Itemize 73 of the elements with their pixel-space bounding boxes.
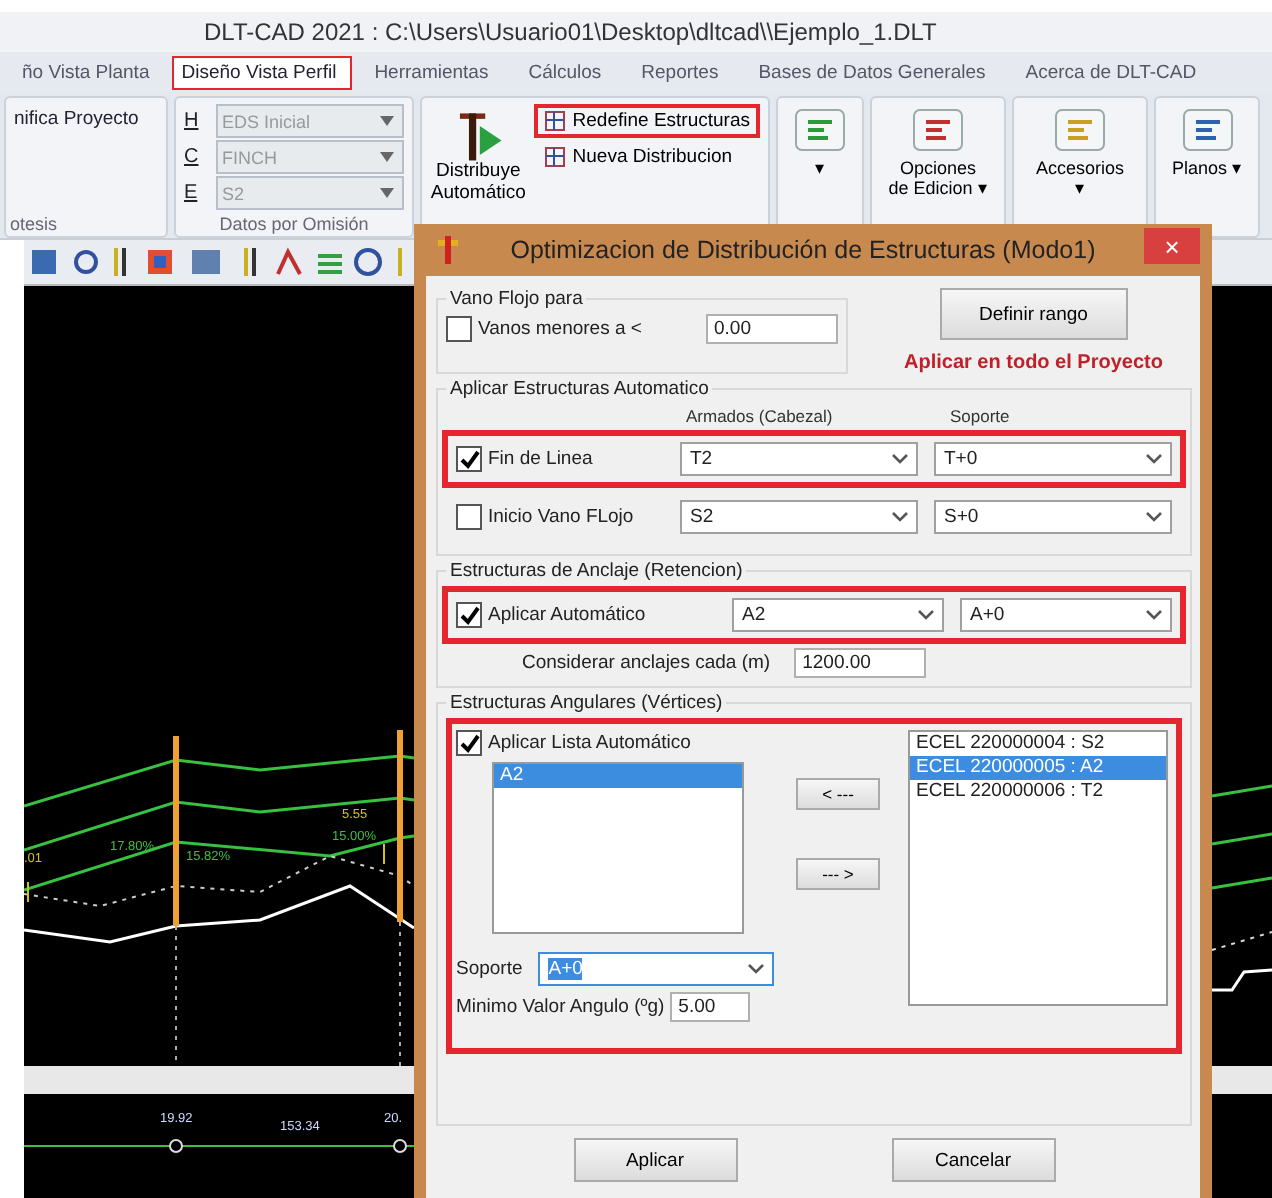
tool-icon	[1181, 108, 1234, 152]
group-label: otesis	[10, 214, 60, 234]
field-label: Considerar anclajes cada (m)	[522, 652, 771, 674]
column-header: Soporte	[948, 405, 1012, 425]
checkbox-label: Inicio Vano FLojo	[488, 506, 634, 528]
tool-icon	[1054, 108, 1106, 152]
checkbox[interactable]	[446, 316, 472, 342]
caret-icon	[380, 188, 394, 198]
tool-icon	[912, 108, 964, 152]
ribbon-button[interactable]: Nueva Distribucion	[534, 140, 760, 174]
project-button[interactable]: nifica Proyecto	[14, 104, 158, 134]
checkbox[interactable]	[456, 446, 482, 472]
list-item[interactable]: ECEL 220000006 : T2	[910, 780, 1166, 804]
caret-icon	[1146, 454, 1162, 464]
ribbon-tab[interactable]: Acerca de DLT-CAD	[1007, 54, 1215, 90]
move-button[interactable]: --- >	[796, 858, 880, 890]
window-title: DLT-CAD 2021 : C:\Users\Usuario01\Desktop\dltcad\\Ejemplo_1.DLT	[204, 18, 937, 46]
ribbon-tab[interactable]: Cálculos	[510, 54, 620, 90]
caret-icon	[892, 512, 908, 522]
group-legend: Aplicar Estructuras Automatico	[446, 378, 713, 400]
ribbon-tab[interactable]: ño Vista Planta	[4, 54, 168, 90]
dropdown-field[interactable]: A2	[732, 598, 944, 632]
dialog-button[interactable]: Aplicar	[573, 1138, 737, 1182]
checkbox[interactable]	[456, 602, 482, 628]
notice-text: Aplicar en todo el Proyecto	[904, 352, 1163, 374]
ribbon-button[interactable]: Redefine Estructuras	[534, 104, 760, 138]
caret-icon	[918, 610, 934, 620]
caret-icon	[748, 964, 765, 974]
number-field[interactable]: 0.00	[706, 314, 838, 344]
group-legend: Estructuras Angulares (Vértices)	[446, 692, 727, 714]
dropdown-field[interactable]: S2	[680, 500, 918, 534]
column-header: Armados (Cabezal)	[684, 405, 835, 425]
field-key: E	[184, 182, 204, 204]
dropdown-field[interactable]: S+0	[934, 500, 1172, 534]
dropdown-field[interactable]: A+0	[960, 598, 1172, 632]
move-button[interactable]: < ---	[796, 778, 880, 810]
list-item[interactable]: ECEL 220000004 : S2	[910, 732, 1166, 756]
caret-icon	[380, 152, 394, 162]
field-label: Soporte	[456, 958, 523, 980]
checkbox-label: Aplicar Automático	[488, 604, 646, 626]
dropdown-field[interactable]: T+0	[934, 442, 1172, 476]
field-key: C	[184, 146, 204, 168]
distribute-button[interactable]: Distribuye Automático	[430, 104, 527, 208]
dialog-title: Optimizacion de Distribución de Estructuras (Modo1)	[508, 236, 1098, 264]
caret-icon	[1146, 610, 1162, 620]
caret-icon	[892, 454, 908, 464]
ribbon-tab[interactable]: Herramientas	[356, 54, 507, 90]
grid-icon	[544, 146, 567, 168]
caret-icon	[380, 116, 394, 126]
checkbox[interactable]	[456, 730, 482, 756]
group-label: Datos por Omisión	[217, 214, 371, 234]
ribbon-tab[interactable]: Diseño Vista Perfil	[171, 55, 353, 89]
define-range-button[interactable]: Definir rango	[939, 288, 1128, 340]
group-legend: Estructuras de Anclaje (Retencion)	[446, 560, 747, 582]
toolbar-icons-drawing[interactable]	[28, 246, 408, 278]
pole-icon	[434, 234, 462, 266]
checkbox-label: Vanos menores a <	[478, 318, 642, 340]
checkbox-label: Fin de Linea	[488, 448, 593, 470]
number-field[interactable]: 5.00	[670, 992, 751, 1022]
dropdown-field[interactable]: T2	[680, 442, 918, 476]
tool-icon	[794, 108, 846, 152]
ribbon-tab[interactable]: Reportes	[623, 54, 737, 90]
field-key: H	[184, 110, 204, 132]
grid-icon	[544, 110, 567, 132]
number-field[interactable]: 1200.00	[794, 648, 927, 678]
checkbox-label: Aplicar Lista Automático	[488, 732, 691, 754]
ribbon-tab[interactable]: Bases de Datos Generales	[740, 54, 1004, 90]
checkbox[interactable]	[456, 504, 482, 530]
group-legend: Vano Flojo para	[446, 288, 587, 310]
close-button[interactable]: ×	[1144, 228, 1200, 264]
field-label: Minimo Valor Angulo (ºg)	[456, 996, 665, 1018]
dialog-button[interactable]: Cancelar	[891, 1138, 1055, 1182]
caret-icon	[1146, 512, 1162, 522]
